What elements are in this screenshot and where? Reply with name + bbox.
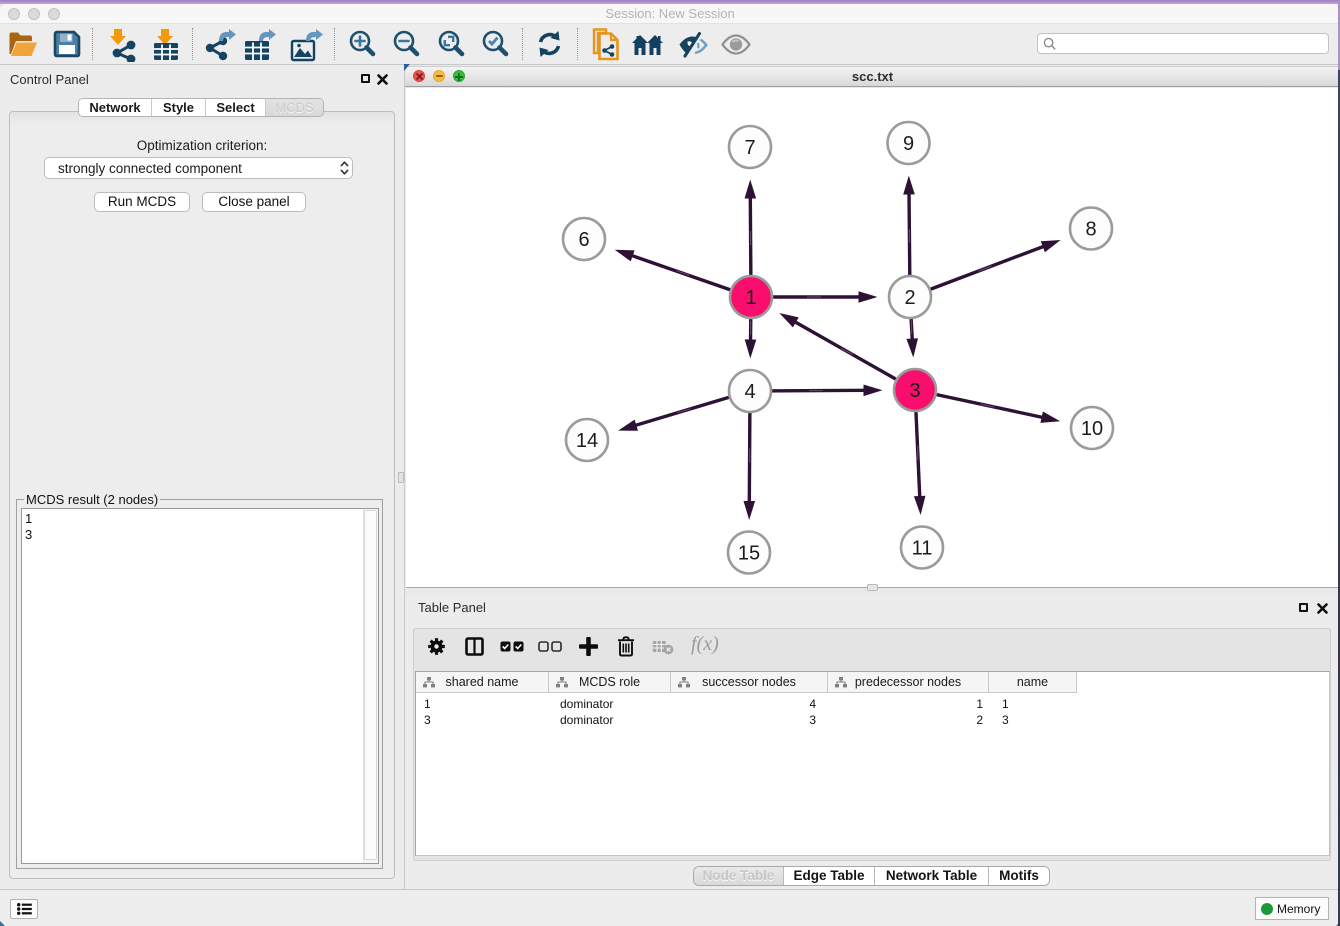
svg-text:9: 9: [903, 133, 914, 155]
svg-text:15: 15: [738, 543, 760, 565]
svg-text:8: 8: [1085, 219, 1096, 241]
svg-text:10: 10: [1081, 418, 1103, 440]
svg-text:11: 11: [912, 538, 933, 560]
svg-text:7: 7: [744, 137, 755, 159]
svg-text:14: 14: [576, 430, 598, 452]
svg-text:6: 6: [578, 229, 589, 251]
svg-text:2: 2: [904, 287, 915, 309]
svg-text:1: 1: [745, 287, 756, 309]
svg-text:4: 4: [744, 381, 755, 403]
svg-text:3: 3: [909, 380, 920, 402]
